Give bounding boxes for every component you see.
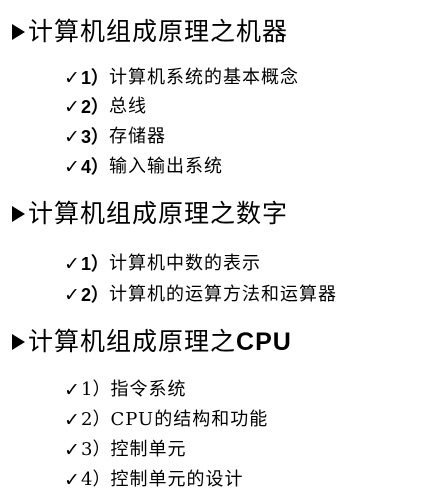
- list-item: ✓ 1） 指令系统: [64, 378, 186, 402]
- check-icon: ✓: [64, 156, 80, 178]
- item-text: 指令系统: [110, 379, 187, 400]
- list-item: ✓ 1） 计算机中数的表示: [64, 252, 261, 276]
- check-icon: ✓: [64, 439, 80, 461]
- slide: 计算机组成原理之机器 ✓ 1） 计算机系统的基本概念 ✓ 2） 总线 ✓ 3） …: [0, 0, 445, 504]
- item-text: 存储器: [109, 126, 167, 147]
- list-item: ✓ 3） 控制单元: [64, 438, 186, 462]
- item-number: 2）: [81, 285, 110, 305]
- section-title: 计算机组成原理之机器: [28, 17, 289, 46]
- list-item: ✓ 2） CPU的结构和功能: [64, 408, 268, 432]
- check-icon: ✓: [64, 96, 80, 118]
- list-item: ✓ 2） 总线: [64, 95, 147, 119]
- check-icon: ✓: [64, 253, 80, 275]
- item-number: 2）: [81, 409, 111, 430]
- list-item: ✓ 2） 计算机的运算方法和运算器: [64, 283, 337, 307]
- item-text: 控制单元的设计: [110, 469, 244, 490]
- item-number: 4）: [81, 157, 110, 177]
- section-title-suffix: CPU: [236, 328, 292, 356]
- item-text: 计算机的运算方法和运算器: [109, 284, 338, 305]
- check-icon: ✓: [64, 469, 80, 491]
- list-item: ✓ 4） 输入输出系统: [64, 155, 223, 179]
- item-number: 4）: [81, 469, 111, 490]
- check-icon: ✓: [64, 379, 80, 401]
- check-icon: ✓: [64, 409, 80, 431]
- list-item: ✓ 4） 控制单元的设计: [64, 468, 243, 492]
- item-number: 3）: [81, 127, 110, 147]
- section-title: 计算机组成原理之数字: [28, 199, 289, 228]
- section-title-prefix: 计算机组成原理之: [28, 327, 237, 356]
- list-item: ✓ 1） 计算机系统的基本概念: [64, 66, 299, 90]
- item-number: 2）: [81, 97, 110, 117]
- list-item: ✓ 3） 存储器: [64, 125, 166, 149]
- item-number: 1）: [81, 68, 110, 88]
- item-number: 1）: [81, 379, 111, 400]
- section-heading-cpu: 计算机组成原理之CPU: [12, 324, 292, 360]
- item-text: CPU的结构和功能: [110, 409, 269, 430]
- item-number: 1）: [81, 254, 110, 274]
- section-heading-machine: 计算机组成原理之机器: [12, 14, 288, 50]
- section-title: 计算机组成原理之CPU: [28, 324, 292, 360]
- arrow-right-icon: [12, 24, 25, 40]
- arrow-right-icon: [12, 206, 25, 222]
- item-text: 计算机系统的基本概念: [109, 67, 300, 88]
- section-heading-numbers: 计算机组成原理之数字: [12, 196, 288, 232]
- item-text: 控制单元: [110, 439, 187, 460]
- item-text: 总线: [109, 96, 148, 117]
- item-text: 输入输出系统: [109, 156, 224, 177]
- check-icon: ✓: [64, 67, 80, 89]
- item-number: 3）: [81, 439, 111, 460]
- check-icon: ✓: [64, 126, 80, 148]
- check-icon: ✓: [64, 284, 80, 306]
- arrow-right-icon: [12, 334, 25, 350]
- item-text: 计算机中数的表示: [109, 253, 262, 274]
